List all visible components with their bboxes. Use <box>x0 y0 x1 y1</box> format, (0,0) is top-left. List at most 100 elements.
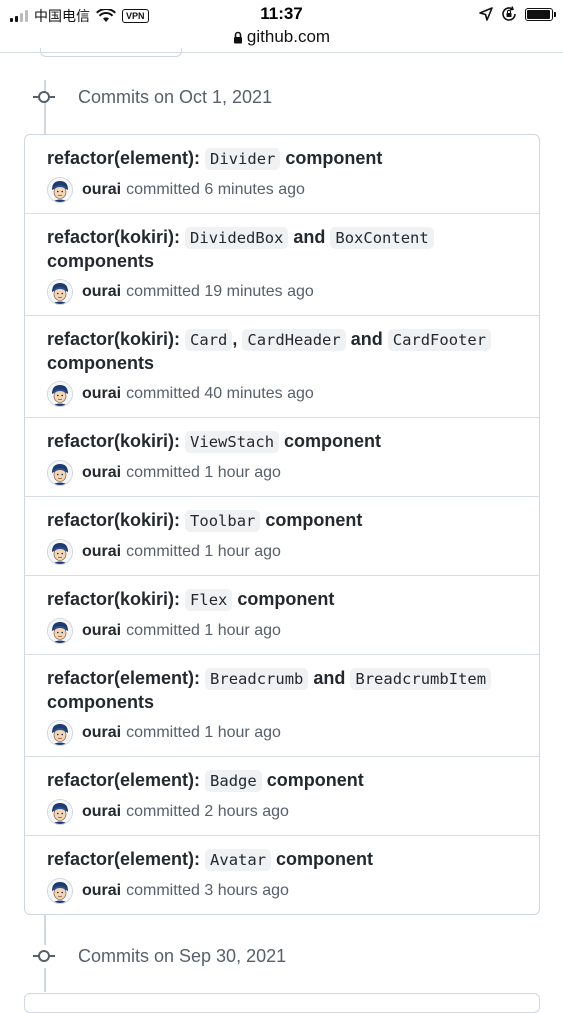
timeline-line <box>44 915 46 945</box>
commit-message-text: component <box>271 849 374 869</box>
commit-message-text: refactor(element): <box>47 770 206 790</box>
commit-message-text: refactor(element): <box>47 148 206 168</box>
commit-time[interactable]: 1 hour ago <box>204 622 281 640</box>
commit-time[interactable]: 3 hours ago <box>204 882 289 900</box>
commit-message-text: refactor(kokiri): <box>47 510 186 530</box>
commit-meta: ourai committed 19 minutes ago <box>47 279 523 305</box>
user-avatar-icon[interactable] <box>47 381 73 407</box>
commit-action: committed <box>126 543 200 560</box>
commit-author[interactable]: ourai <box>82 543 121 561</box>
commit-message-text: components <box>47 353 155 373</box>
commit-action: committed <box>126 882 200 899</box>
commit-meta: ourai committed 1 hour ago <box>47 460 523 486</box>
commit-action: committed <box>126 385 200 402</box>
commit-meta: ourai committed 40 minutes ago <box>47 381 523 407</box>
battery-level <box>527 9 550 19</box>
orientation-lock-icon <box>502 6 516 21</box>
commit-action: committed <box>126 283 200 300</box>
address-bar[interactable]: github.com <box>0 27 563 47</box>
commit-row[interactable]: refactor(kokiri): Card, CardHeader and C… <box>25 315 539 417</box>
commit-row[interactable]: refactor(kokiri): DividedBox and BoxCont… <box>25 213 539 315</box>
user-avatar-icon[interactable] <box>47 878 73 904</box>
commit-row[interactable]: refactor(kokiri): ViewStach component our… <box>25 417 539 496</box>
commit-group-title: Commits on Oct 1, 2021 <box>78 86 273 107</box>
commit-time[interactable]: 40 minutes ago <box>204 385 313 403</box>
commit-author[interactable]: ourai <box>82 283 121 301</box>
commit-message-code: DividedBox <box>185 227 289 249</box>
commit-message[interactable]: refactor(element): Avatar component <box>47 848 523 872</box>
commit-time[interactable]: 19 minutes ago <box>204 283 313 301</box>
user-avatar-icon[interactable] <box>47 539 73 565</box>
user-avatar-icon[interactable] <box>47 177 73 203</box>
commit-message[interactable]: refactor(element): Breadcrumb and Breadc… <box>47 667 523 714</box>
commit-message-text: refactor(element): <box>47 849 206 869</box>
commit-meta: ourai committed 2 hours ago <box>47 799 523 825</box>
commit-meta: ourai committed 3 hours ago <box>47 878 523 904</box>
git-commit-icon <box>33 945 55 967</box>
commit-message[interactable]: refactor(kokiri): ViewStach component <box>47 430 523 454</box>
commit-message[interactable]: refactor(kokiri): Flex component <box>47 588 523 612</box>
git-commit-icon <box>33 86 55 108</box>
commit-message-text: refactor(kokiri): <box>47 329 186 349</box>
commit-author[interactable]: ourai <box>82 181 121 199</box>
commit-author[interactable]: ourai <box>82 724 121 742</box>
commit-message-code: ViewStach <box>185 431 280 453</box>
commit-row[interactable]: refactor(element): Avatar component ourai… <box>25 835 539 914</box>
commit-group-header: Commits on Sep 30, 2021 <box>33 945 286 967</box>
commit-row[interactable]: refactor(element): Divider component oura… <box>25 135 539 213</box>
lock-icon <box>233 31 242 44</box>
commit-time[interactable]: 1 hour ago <box>204 464 281 482</box>
status-bar: 中国电信 VPN 11:37 github.com <box>0 0 563 53</box>
commit-message-text: components <box>47 251 155 271</box>
user-avatar-icon[interactable] <box>47 279 73 305</box>
commit-author[interactable]: ourai <box>82 464 121 482</box>
commit-message-code: Divider <box>205 148 281 170</box>
user-avatar-icon[interactable] <box>47 618 73 644</box>
commit-message[interactable]: refactor(kokiri): Toolbar component <box>47 509 523 533</box>
commit-author[interactable]: ourai <box>82 622 121 640</box>
commit-meta: ourai committed 1 hour ago <box>47 720 523 746</box>
url-text: github.com <box>246 27 331 46</box>
commit-row[interactable]: refactor(kokiri): Toolbar component ourai… <box>25 496 539 575</box>
commit-message-text: refactor(kokiri): <box>47 589 186 609</box>
user-avatar-icon[interactable] <box>47 460 73 486</box>
commit-list: refactor(element): Divider component oura… <box>24 134 540 915</box>
commit-message-code: Toolbar <box>185 510 261 532</box>
commit-message-code: Badge <box>205 770 262 792</box>
commit-message-code: Flex <box>185 589 233 611</box>
commit-row[interactable]: refactor(element): Breadcrumb and Breadc… <box>25 654 539 756</box>
commit-row[interactable]: refactor(kokiri): Flex component ourai com… <box>25 575 539 654</box>
commit-action: committed <box>126 464 200 481</box>
commit-author[interactable]: ourai <box>82 803 121 821</box>
status-right <box>479 6 556 22</box>
commit-message-code: Avatar <box>205 849 272 871</box>
commit-author[interactable]: ourai <box>82 385 121 403</box>
commit-message-code: BreadcrumbItem <box>350 668 492 690</box>
commit-action: committed <box>126 803 200 820</box>
user-avatar-icon[interactable] <box>47 799 73 825</box>
commit-list-next <box>24 993 540 1013</box>
commit-message[interactable]: refactor(element): Badge component <box>47 769 523 793</box>
user-avatar-icon[interactable] <box>47 720 73 746</box>
commit-row[interactable]: refactor(element): Badge component ourai c… <box>25 756 539 835</box>
commit-message[interactable]: refactor(element): Divider component <box>47 147 523 171</box>
commit-action: committed <box>126 724 200 741</box>
commit-message-text: , <box>232 329 243 349</box>
commit-message-code: CardHeader <box>242 329 346 351</box>
commit-time[interactable]: 1 hour ago <box>204 724 281 742</box>
commit-author[interactable]: ourai <box>82 882 121 900</box>
previous-content-edge <box>40 48 182 57</box>
commit-time[interactable]: 6 minutes ago <box>204 181 305 199</box>
commit-meta: ourai committed 1 hour ago <box>47 618 523 644</box>
timeline-line <box>44 968 46 992</box>
commit-message-text: component <box>232 589 335 609</box>
commit-message-text: refactor(element): <box>47 668 206 688</box>
commit-message-code: Card <box>185 329 233 351</box>
commit-action: committed <box>126 622 200 639</box>
commit-time[interactable]: 1 hour ago <box>204 543 281 561</box>
commit-group-title: Commits on Sep 30, 2021 <box>78 945 287 966</box>
commit-meta: ourai committed 1 hour ago <box>47 539 523 565</box>
commit-message[interactable]: refactor(kokiri): Card, CardHeader and C… <box>47 328 523 375</box>
commit-time[interactable]: 2 hours ago <box>204 803 289 821</box>
commit-message[interactable]: refactor(kokiri): DividedBox and BoxCont… <box>47 226 523 273</box>
